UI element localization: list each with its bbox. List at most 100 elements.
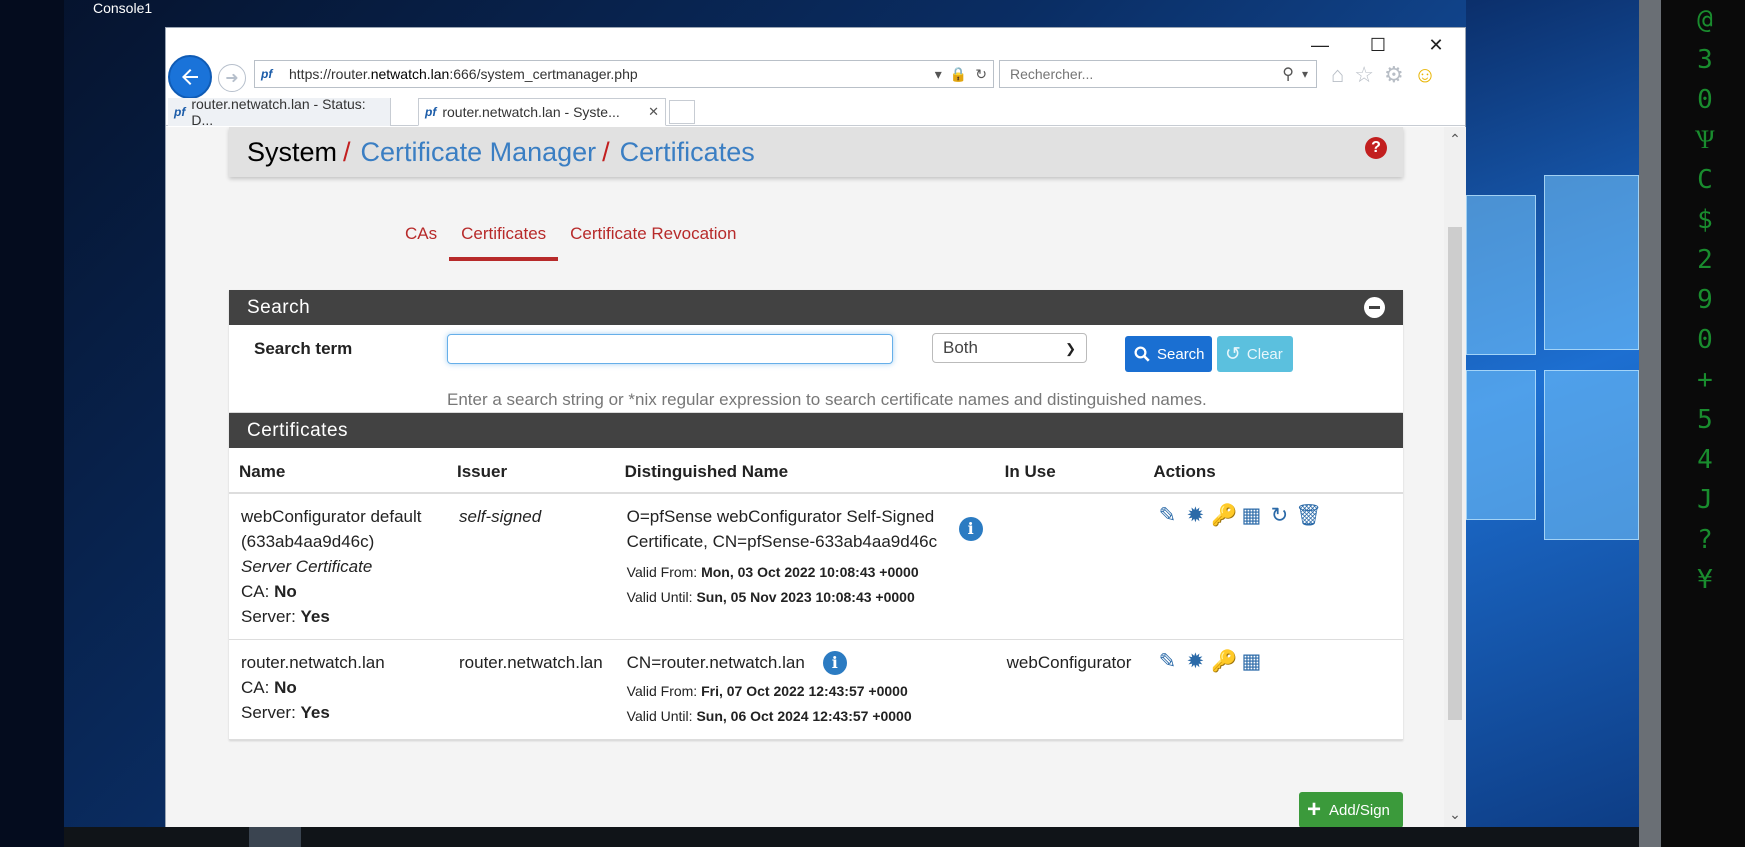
tab-status[interactable]: pf router.netwatch.lan - Status: D... [168, 96, 391, 128]
cert-server: Server: Yes [241, 607, 330, 626]
matrix-char: $ [1697, 205, 1713, 235]
search-button-label: Search [1157, 345, 1205, 363]
cert-server: Server: Yes [241, 703, 330, 722]
vm-border [1639, 0, 1661, 847]
cert-dn-cell: O=pfSense webConfigurator Self-Signed Ce… [614, 493, 995, 640]
matrix-char: ? [1697, 525, 1713, 555]
taskbar-item[interactable] [249, 827, 301, 847]
delete-icon[interactable]: 🗑 [1295, 504, 1322, 528]
cert-type: Server Certificate [241, 557, 373, 576]
scroll-thumb[interactable] [1448, 227, 1462, 720]
scroll-up-icon[interactable]: ⌃ [1444, 131, 1466, 148]
close-button[interactable]: ✕ [1407, 28, 1465, 62]
col-name: Name [229, 448, 447, 494]
archive-icon[interactable]: ▦ [1239, 650, 1263, 674]
cert-dn-cell: CN=router.netwatch.lan i Valid From: Fri… [614, 639, 995, 740]
back-arrow-icon [182, 69, 198, 85]
plus-icon: + [1307, 796, 1322, 823]
back-button[interactable] [168, 55, 212, 99]
info-icon[interactable]: i [958, 517, 983, 541]
tab-certificates[interactable]: Certificates [449, 223, 559, 261]
add-sign-button[interactable]: + Add/Sign [1299, 792, 1403, 827]
breadcrumb-system: System [247, 136, 338, 167]
search-dropdown-icon[interactable]: ▾ [1302, 67, 1308, 81]
forward-arrow-icon: ➜ [225, 70, 239, 87]
help-icon[interactable]: ? [1365, 137, 1387, 159]
matrix-char: ¥ [1697, 565, 1713, 595]
tab-certificate-revocation[interactable]: Certificate Revocation [558, 223, 748, 261]
forward-button[interactable]: ➜ [218, 64, 246, 92]
valid-from: Valid From: Fri, 07 Oct 2022 12:43:57 +0… [626, 683, 908, 699]
cert-name-cell: router.netwatch.lan CA: No Server: Yes [229, 639, 447, 740]
edit-icon[interactable]: ✎ [1155, 504, 1179, 528]
breadcrumb-certificate-manager[interactable]: Certificate Manager [361, 137, 597, 168]
key-icon[interactable]: 🔑 [1211, 650, 1237, 674]
window-controls: — ☐ ✕ [1291, 28, 1465, 62]
cert-dn: CN=router.netwatch.lan [626, 653, 805, 672]
search-button[interactable]: Search [1125, 336, 1212, 372]
browser-window: — ☐ ✕ ➜ pf https://router.netwatch.lan:6… [165, 27, 1466, 827]
col-in-use: In Use [994, 448, 1144, 494]
feedback-smiley-icon[interactable]: ☺ [1414, 62, 1436, 88]
cert-actions: ✎ ✹ 🔑 ▦ [1143, 639, 1403, 740]
search-scope-select[interactable]: Both ❯ [932, 333, 1087, 363]
matrix-char: 5 [1697, 405, 1713, 435]
pfsense-favicon-icon: pf [174, 105, 186, 119]
search-body: Search term Both ❯ Search ↺ Clear Enter … [229, 325, 1403, 412]
certificate-icon[interactable]: ✹ [1183, 504, 1207, 528]
matrix-char: 0 [1697, 325, 1713, 355]
home-icon[interactable]: ⌂ [1331, 62, 1344, 88]
matrix-char: 0 [1697, 85, 1713, 115]
refresh-icon[interactable]: ↻ [975, 66, 987, 83]
search-icon[interactable]: ⚲ [1282, 64, 1294, 84]
archive-icon[interactable]: ▦ [1239, 504, 1263, 528]
address-bar[interactable]: pf https://router.netwatch.lan:666/syste… [254, 60, 994, 88]
cert-in-use: webConfigurator [994, 639, 1144, 740]
maximize-button[interactable]: ☐ [1349, 28, 1407, 62]
cert-issuer: router.netwatch.lan [447, 639, 615, 740]
cert-name-cell: webConfigurator default (633ab4aa9d46c) … [229, 493, 447, 640]
browser-search-box[interactable]: ⚲ ▾ [999, 60, 1317, 88]
matrix-char: 4 [1697, 445, 1713, 475]
browser-search-input[interactable] [1008, 65, 1283, 83]
clear-button-label: Clear [1246, 345, 1283, 363]
col-actions: Actions [1143, 448, 1403, 494]
renew-icon[interactable]: ↻ [1267, 504, 1291, 528]
console-title: Console1 [93, 0, 153, 16]
matrix-char: 9 [1697, 285, 1713, 315]
tab-system[interactable]: pf router.netwatch.lan - Syste... ✕ [418, 98, 666, 126]
matrix-char: @ [1697, 5, 1713, 35]
clear-button[interactable]: ↺ Clear [1217, 336, 1293, 372]
edit-icon[interactable]: ✎ [1155, 650, 1179, 674]
collapse-icon[interactable] [1364, 297, 1385, 318]
minimize-button[interactable]: — [1291, 28, 1349, 62]
page-content: System / Certificate Manager / Certifica… [166, 127, 1444, 827]
table-row: router.netwatch.lan CA: No Server: Yes r… [229, 639, 1403, 740]
breadcrumb: System / Certificate Manager / Certifica… [229, 127, 1403, 177]
scroll-down-icon[interactable]: ⌄ [1444, 806, 1466, 823]
search-term-input[interactable] [447, 334, 893, 364]
info-icon[interactable]: i [822, 650, 847, 675]
cert-issuer: self-signed [447, 493, 615, 640]
key-icon[interactable]: 🔑 [1211, 504, 1237, 528]
favorites-star-icon[interactable]: ☆ [1354, 62, 1374, 88]
tab-close-icon[interactable]: ✕ [648, 104, 659, 120]
col-issuer: Issuer [447, 448, 615, 494]
table-header-row: Name Issuer Distinguished Name In Use Ac… [229, 448, 1403, 494]
breadcrumb-certificates[interactable]: Certificates [620, 137, 755, 168]
certificates-table: Name Issuer Distinguished Name In Use Ac… [229, 448, 1403, 740]
page-scrollbar[interactable]: ⌃ ⌄ [1444, 127, 1466, 827]
matrix-char: J [1697, 485, 1713, 515]
dropdown-icon[interactable]: ▾ [935, 66, 942, 83]
breadcrumb-separator: / [602, 136, 610, 167]
certificates-panel: Certificates Name Issuer Distinguished N… [229, 413, 1403, 740]
cert-dn: O=pfSense webConfigurator Self-Signed Ce… [626, 507, 938, 551]
settings-gear-icon[interactable]: ⚙ [1384, 62, 1404, 88]
tab-strip: pf router.netwatch.lan - Status: D... pf… [166, 96, 1465, 128]
tab-cas[interactable]: CAs [393, 223, 449, 261]
valid-until: Valid Until: Sun, 06 Oct 2024 12:43:57 +… [626, 708, 912, 724]
cert-nav-tabs: CAs Certificates Certificate Revocation [393, 223, 748, 261]
lock-icon[interactable]: 🔒 [950, 66, 967, 83]
new-tab-button[interactable] [669, 100, 695, 124]
certificate-icon[interactable]: ✹ [1183, 650, 1207, 674]
